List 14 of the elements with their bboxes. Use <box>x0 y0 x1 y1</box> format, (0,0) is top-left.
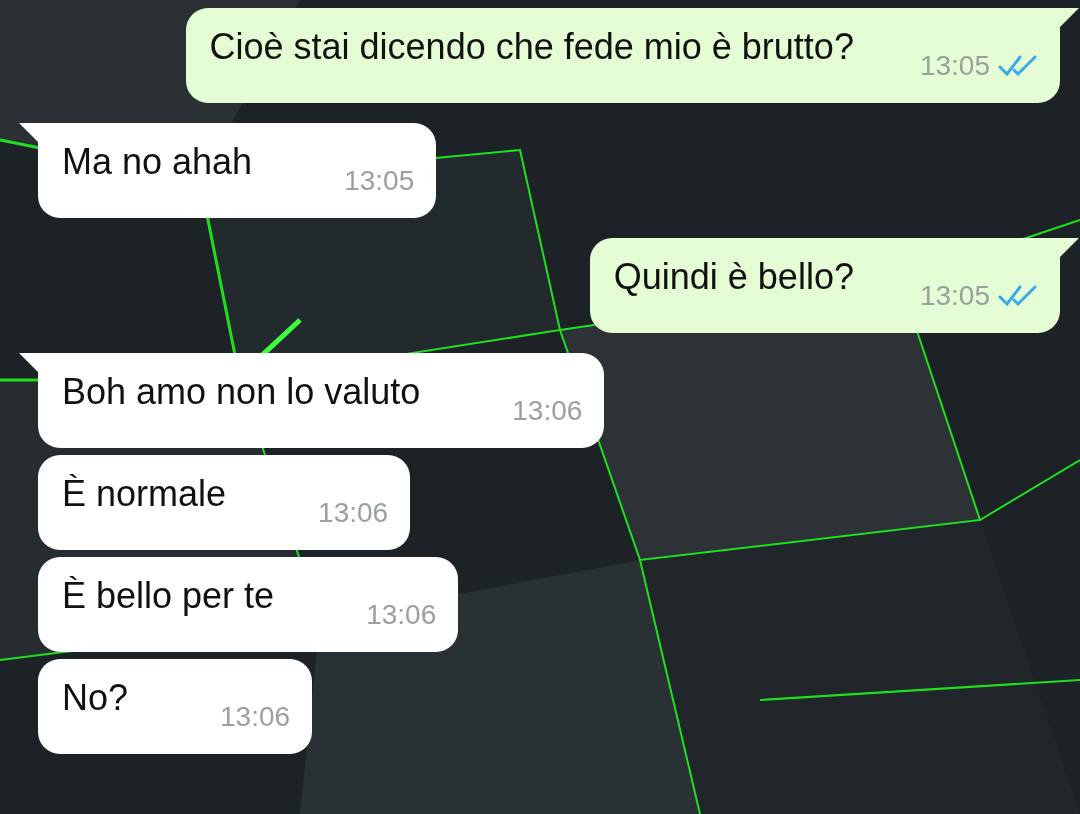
message-time: 13:05 <box>344 165 415 197</box>
message-time: 13:05 <box>919 280 990 312</box>
message-time: 13:06 <box>366 599 437 631</box>
message-text: No? <box>62 677 129 718</box>
message-time: 13:05 <box>919 50 990 82</box>
message-text: Boh amo non lo valuto <box>62 371 421 412</box>
message-text: Ma no ahah <box>62 141 253 182</box>
message-text: Quindi è bello? <box>613 256 854 297</box>
message-text: È normale <box>62 473 227 514</box>
message-text: È bello per te <box>62 575 275 616</box>
message-time: 13:06 <box>220 701 291 733</box>
message-text: Cioè stai dicendo che fede mio è brutto? <box>209 26 854 67</box>
message-time: 13:06 <box>512 395 583 427</box>
message-time: 13:06 <box>318 497 389 529</box>
